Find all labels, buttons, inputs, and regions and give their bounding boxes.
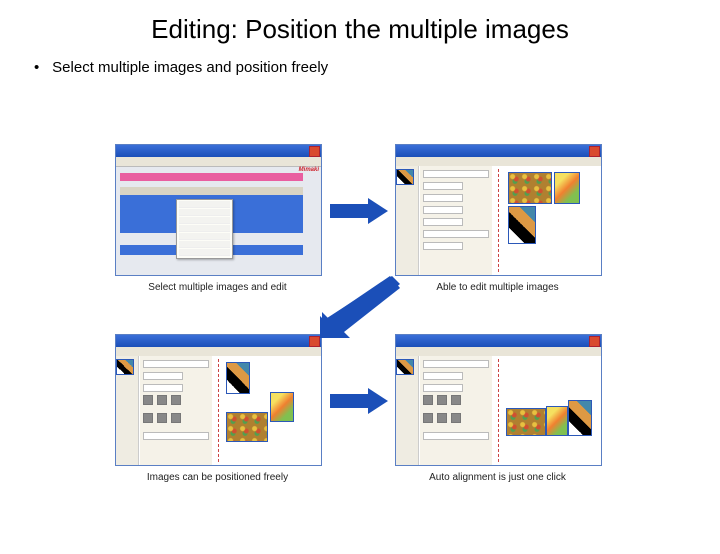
screenshot-2: Mimaki: [395, 144, 600, 293]
guide-line: [218, 359, 219, 462]
placed-image: [508, 172, 552, 204]
caption-3: Images can be positioned freely: [115, 472, 320, 483]
thumb-icon: [116, 359, 134, 375]
bullet-line: • Select multiple images and position fr…: [34, 59, 720, 76]
placed-image: [270, 392, 294, 422]
thumbnail-column: [116, 356, 139, 465]
property-panel: [140, 356, 213, 465]
screenshot-3: Mimaki: [115, 334, 320, 483]
app-window-joblist: Mimaki: [115, 144, 322, 276]
caption-2: Able to edit multiple images: [395, 282, 600, 293]
placed-image: [546, 406, 568, 436]
menubar: [116, 157, 321, 167]
titlebar: [116, 335, 321, 347]
job-header-bar: [120, 173, 303, 181]
bullet-text: Select multiple images and position free…: [52, 59, 328, 76]
guide-line: [498, 169, 499, 272]
guide-line: [498, 359, 499, 462]
thumb-icon: [396, 359, 414, 375]
editor-body: [396, 356, 601, 465]
layout-canvas: [492, 356, 601, 465]
thumbnail-column: [396, 356, 419, 465]
placed-image: [226, 412, 268, 442]
placed-image: [226, 362, 250, 394]
caption-1: Select multiple images and edit: [115, 282, 320, 293]
titlebar: [396, 335, 601, 347]
caption-4: Auto alignment is just one click: [395, 472, 600, 483]
property-panel: [420, 356, 493, 465]
screenshot-grid: Mimaki Select multiple images and edit M…: [0, 144, 720, 544]
screenshot-4: Mimaki: [395, 334, 600, 483]
editor-body: [396, 166, 601, 275]
arrow-right-icon: [330, 388, 388, 414]
placed-image: [568, 400, 592, 436]
slide-title: Editing: Position the multiple images: [0, 14, 720, 45]
thumbnail-column: [396, 166, 419, 275]
placed-image: [508, 206, 536, 244]
editor-body: [116, 356, 321, 465]
screenshot-1: Mimaki Select multiple images and edit: [115, 144, 320, 293]
placed-image: [554, 172, 580, 204]
app-window-editor: Mimaki: [115, 334, 322, 466]
layout-canvas: [212, 356, 321, 465]
app-window-editor: Mimaki: [395, 334, 602, 466]
app-window-editor: Mimaki: [395, 144, 602, 276]
titlebar: [396, 145, 601, 157]
property-panel: [420, 166, 493, 275]
placed-image: [506, 408, 546, 436]
arrow-diagonal-icon: [320, 276, 400, 338]
bullet-dot: •: [34, 59, 48, 76]
thumb-icon: [396, 169, 414, 185]
list-column-header: [120, 187, 303, 195]
context-menu: [176, 199, 233, 259]
titlebar: [116, 145, 321, 157]
layout-canvas: [492, 166, 601, 275]
arrow-right-icon: [330, 198, 388, 224]
